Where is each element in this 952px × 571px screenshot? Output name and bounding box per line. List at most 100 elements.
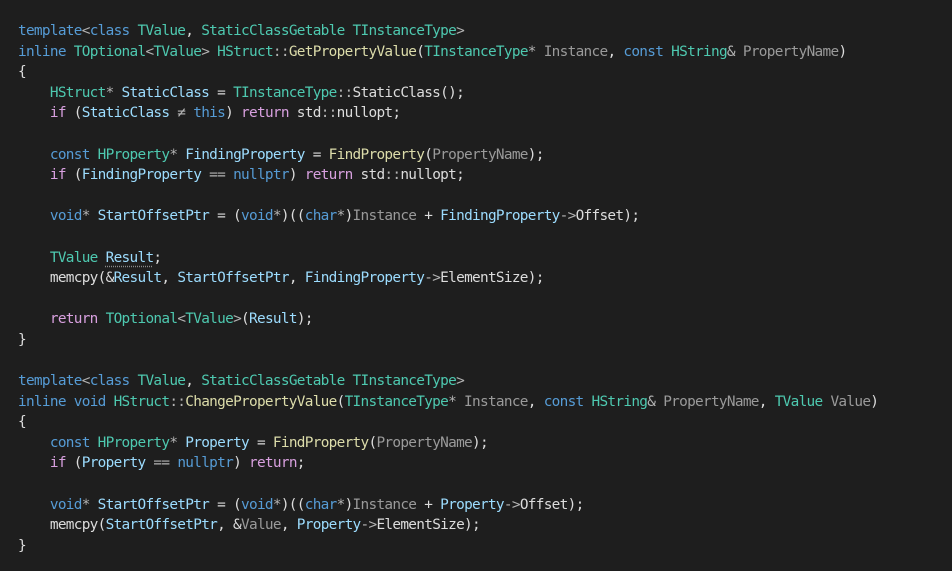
code-token: char (304, 208, 338, 225)
code-token: nullptr (233, 167, 289, 184)
code-token: )(( (280, 496, 306, 513)
code-line[interactable]: } (18, 536, 952, 557)
code-line[interactable]: } (18, 330, 952, 351)
code-line[interactable]: TValue Result; (18, 248, 952, 269)
code-token: StartOffsetPtr (105, 517, 218, 534)
code-line[interactable]: inline TOptional<TValue> HStruct::GetPro… (18, 42, 952, 63)
code-token: ) (870, 393, 879, 410)
code-token: StaticClassGetable (201, 373, 345, 390)
code-token: * (272, 208, 282, 225)
code-token: void (73, 393, 107, 410)
code-line[interactable]: HStruct* StaticClass = TInstanceType::St… (18, 83, 952, 104)
code-token: ) (344, 208, 354, 225)
code-token: TValue (137, 23, 186, 39)
code-line[interactable] (18, 351, 952, 372)
code-token: TOptional (105, 311, 178, 328)
code-token: nullopt; (400, 167, 465, 184)
code-token: HProperty (97, 434, 170, 451)
code-token: ChangePropertyValue (185, 393, 337, 410)
code-token: nullptr (177, 455, 234, 472)
code-line[interactable]: template<class TValue, StaticClassGetabl… (18, 21, 952, 42)
code-token: , & (217, 517, 242, 534)
code-token: == (201, 167, 234, 184)
code-token: :: (384, 167, 401, 184)
code-token: , (280, 517, 297, 534)
code-editor[interactable]: template<class TValue, StaticClassGetabl… (0, 0, 952, 571)
code-line[interactable]: template<class TValue, StaticClassGetabl… (18, 371, 952, 392)
code-token: ≠ (169, 105, 194, 122)
code-token: :: (169, 393, 186, 410)
code-line[interactable]: { (18, 412, 952, 433)
code-line[interactable]: if (FindingProperty == nullptr) return s… (18, 165, 952, 186)
code-line[interactable]: void* StartOffsetPtr = (void*)((char*)In… (18, 206, 952, 227)
code-line[interactable]: if (StaticClass ≠ this) return std::null… (18, 103, 952, 124)
code-token: ) (233, 455, 249, 472)
code-token: + (416, 496, 441, 513)
code-token: Property (440, 496, 504, 513)
code-token: > (456, 373, 465, 390)
code-token: FindProperty (328, 146, 425, 163)
code-token: * (336, 208, 346, 225)
code-line[interactable] (18, 124, 952, 145)
code-token: ( (424, 146, 433, 163)
code-line[interactable]: memcpy(StartOffsetPtr, &Value, Property-… (18, 515, 952, 536)
code-line[interactable] (18, 186, 952, 207)
code-token: ) (288, 167, 305, 184)
code-token: -> (559, 208, 577, 225)
code-line[interactable]: { (18, 62, 952, 83)
code-token: == (145, 455, 178, 472)
code-token: std (288, 105, 322, 122)
code-token: , (758, 393, 775, 410)
code-line[interactable]: memcpy(&Result, StartOffsetPtr, FindingP… (18, 268, 952, 289)
code-token: void (49, 208, 83, 225)
code-line[interactable]: const HProperty* FindingProperty = FindP… (18, 145, 952, 166)
code-token: ( (65, 105, 83, 122)
code-token: & (726, 43, 736, 60)
code-token: ) (225, 105, 242, 122)
code-token: inline (18, 43, 66, 60)
code-token: ( (336, 393, 346, 410)
code-token: = (304, 146, 329, 163)
code-token: Property (185, 434, 249, 451)
code-line[interactable]: if (Property == nullptr) return; (18, 453, 952, 474)
code-token: HStruct (49, 84, 106, 101)
code-token: )(( (280, 208, 306, 225)
code-token: StaticClass (352, 84, 441, 101)
code-token: ); (472, 434, 489, 451)
code-token: class (89, 373, 131, 390)
code-token: ) (344, 496, 354, 513)
code-token: TValue (49, 249, 98, 266)
code-line[interactable] (18, 227, 952, 248)
code-token: , (288, 270, 305, 287)
code-token: -> (424, 270, 441, 287)
code-token: { (18, 64, 27, 81)
code-token: * (105, 84, 115, 101)
code-token: Offset); (519, 496, 584, 513)
code-token: inline (18, 393, 66, 410)
code-token: -> (503, 496, 521, 513)
code-line[interactable]: const HProperty* Property = FindProperty… (18, 433, 952, 454)
code-token: const (49, 146, 91, 163)
code-line[interactable] (18, 474, 952, 495)
code-line[interactable]: return TOptional<TValue>(Result); (18, 309, 952, 330)
code-token: Result (105, 249, 154, 266)
code-token: class (89, 23, 131, 39)
code-line[interactable]: void* StartOffsetPtr = (void*)((char*)In… (18, 495, 952, 516)
code-line[interactable]: inline void HStruct::ChangePropertyValue… (18, 392, 952, 413)
code-line[interactable] (18, 289, 952, 310)
